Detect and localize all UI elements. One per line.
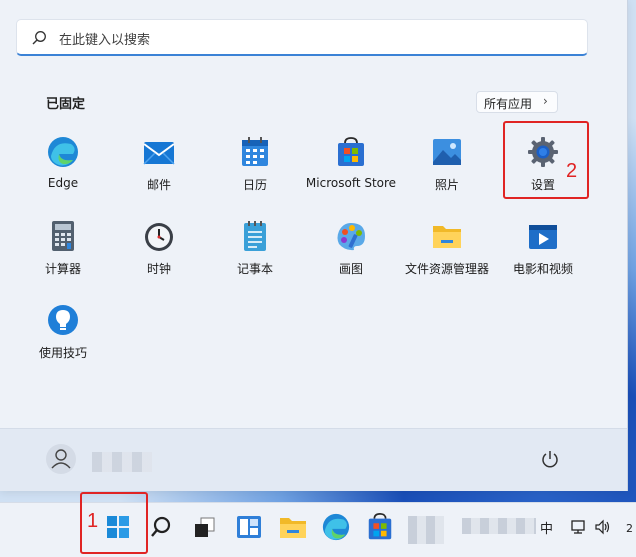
taskbar-file-explorer[interactable] <box>278 512 308 542</box>
store-icon <box>338 137 364 166</box>
app-notepad[interactable]: 记事本 <box>208 220 302 290</box>
all-apps-button[interactable]: 所有应用 › <box>476 91 558 113</box>
app-label: 使用技巧 <box>38 346 87 360</box>
taskbar-edge[interactable] <box>321 512 351 542</box>
app-label: 画图 <box>338 262 363 276</box>
edge-icon <box>322 513 350 541</box>
store-icon <box>368 513 392 540</box>
app-label: 计算器 <box>44 262 81 276</box>
task-view-button[interactable] <box>190 512 220 542</box>
taskbar-search-button[interactable] <box>146 512 176 542</box>
app-label: 电影和视频 <box>512 262 573 276</box>
all-apps-label: 所有应用 <box>484 97 533 111</box>
tips-icon <box>48 305 78 335</box>
user-avatar[interactable] <box>46 444 76 474</box>
app-edge[interactable]: Edge <box>16 136 110 206</box>
app-label: 记事本 <box>236 262 273 276</box>
photos-icon <box>433 139 461 165</box>
chevron-right-icon: › <box>543 94 548 108</box>
search-icon <box>151 516 171 537</box>
app-label: Edge <box>47 176 79 190</box>
search-placeholder: 在此键入以搜索 <box>59 33 151 48</box>
app-label: Microsoft Store <box>305 176 397 190</box>
user-icon <box>51 449 71 469</box>
app-label: 日历 <box>242 178 267 192</box>
pinned-title: 已固定 <box>46 97 86 112</box>
clock-icon <box>145 223 173 251</box>
task-view-icon <box>195 517 215 537</box>
app-microsoft-store[interactable]: Microsoft Store <box>304 136 398 206</box>
app-mail[interactable]: 邮件 <box>112 136 206 206</box>
network-icon[interactable] <box>570 518 588 536</box>
file-explorer-icon <box>433 226 461 248</box>
annotation-number-2: 2 <box>566 160 578 182</box>
notepad-icon <box>244 221 266 251</box>
file-explorer-icon <box>280 518 306 538</box>
power-icon[interactable] <box>540 449 560 469</box>
taskbar-store[interactable] <box>365 512 395 542</box>
start-menu: 在此键入以搜索 已固定 所有应用 › Edge 邮件 日历 Microsoft … <box>0 0 628 491</box>
app-calculator[interactable]: 计算器 <box>16 220 110 290</box>
user-name-redacted <box>92 452 152 472</box>
paint-icon <box>337 223 365 251</box>
annotation-number-1: 1 <box>87 510 99 532</box>
mail-icon <box>143 142 175 165</box>
app-label: 文件资源管理器 <box>404 262 489 276</box>
app-clock[interactable]: 时钟 <box>112 220 206 290</box>
app-label: 时钟 <box>146 262 171 276</box>
app-file-explorer[interactable]: 文件资源管理器 <box>400 220 494 290</box>
widgets-icon <box>237 516 261 538</box>
app-paint[interactable]: 画图 <box>304 220 398 290</box>
app-label: 照片 <box>434 178 459 192</box>
search-box[interactable]: 在此键入以搜索 <box>16 19 588 56</box>
taskbar-redacted-icons <box>408 516 444 544</box>
calendar-icon <box>242 137 268 166</box>
edge-icon <box>48 137 78 167</box>
widgets-button[interactable] <box>234 512 264 542</box>
movies-tv-icon <box>529 225 557 249</box>
app-movies-tv[interactable]: 电影和视频 <box>496 220 590 290</box>
clock-partial[interactable]: 2 <box>626 522 633 535</box>
tray-redacted-icons <box>462 518 536 534</box>
ime-indicator[interactable]: 中 <box>540 518 553 537</box>
app-calendar[interactable]: 日历 <box>208 136 302 206</box>
app-photos[interactable]: 照片 <box>400 136 494 206</box>
search-icon <box>32 31 46 45</box>
calculator-icon <box>52 221 74 251</box>
app-tips[interactable]: 使用技巧 <box>16 304 110 374</box>
volume-icon[interactable] <box>594 518 612 536</box>
app-label: 邮件 <box>146 178 171 192</box>
